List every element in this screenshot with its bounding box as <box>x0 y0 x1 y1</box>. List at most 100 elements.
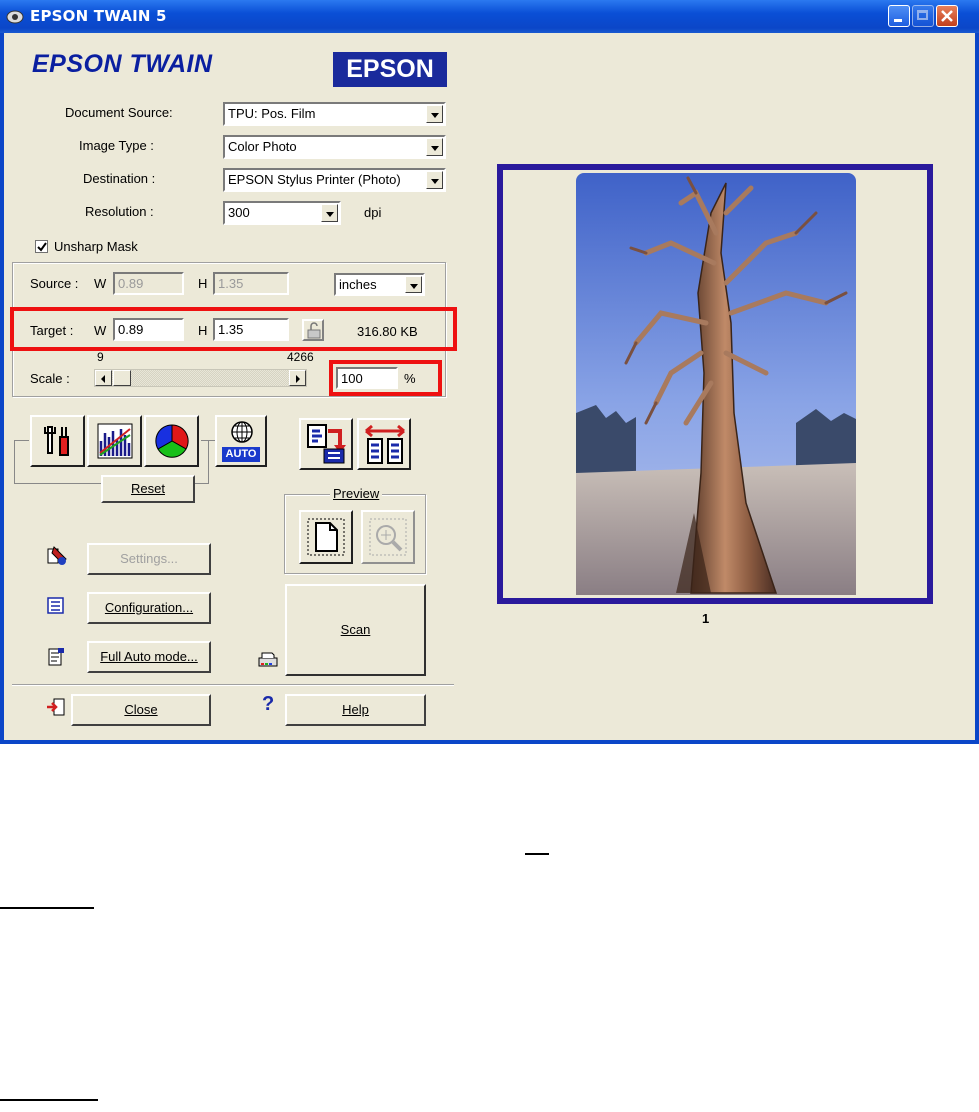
document-underline-mark <box>0 907 94 909</box>
scan-label: Scan <box>340 622 371 637</box>
destination-label: Destination : <box>83 171 156 186</box>
settings-label: Settings... <box>120 551 178 566</box>
document-source-label: Document Source: <box>65 105 173 120</box>
image-controls-button[interactable] <box>30 415 85 467</box>
tools-icon <box>44 426 69 456</box>
preview-group-label: Preview <box>330 486 383 501</box>
target-w-label: W <box>94 323 107 338</box>
preview-frame[interactable] <box>497 164 933 604</box>
histogram-icon <box>97 423 133 459</box>
scale-unit: % <box>404 371 416 386</box>
document-size-icon <box>365 424 405 464</box>
preview-frame-number: 1 <box>702 611 710 626</box>
padlock-icon <box>307 322 321 339</box>
epson-twain-window: EPSON TWAIN 5 EPSON TWAIN EPSON Document… <box>0 0 979 744</box>
scale-slider-thumb[interactable] <box>113 370 131 386</box>
reset-button[interactable]: Reset <box>101 475 195 503</box>
unit-value: inches <box>339 277 377 292</box>
divider <box>12 684 454 686</box>
chevron-down-icon[interactable] <box>405 276 422 293</box>
scan-to-button[interactable] <box>299 418 353 470</box>
close-button[interactable]: Close <box>71 694 211 726</box>
zoom-preview-button <box>361 510 415 564</box>
source-w-label: W <box>94 276 107 291</box>
resolution-label: Resolution : <box>85 204 154 219</box>
scale-label: Scale : <box>30 371 70 386</box>
scale-slider[interactable] <box>94 369 307 387</box>
scale-value-field[interactable]: 100 <box>336 367 398 389</box>
auto-exposure-button[interactable]: AUTO <box>215 415 267 467</box>
epson-brand-logo: EPSON <box>333 52 447 87</box>
full-auto-mode-button[interactable]: Full Auto mode... <box>87 641 211 673</box>
auto-label: AUTO <box>222 447 260 462</box>
minimize-icon <box>894 19 902 22</box>
preview-thumbnail-image <box>576 173 856 595</box>
scale-left-button[interactable] <box>95 370 112 386</box>
settings-button: Settings... <box>87 543 211 575</box>
help-label: Help <box>342 702 369 717</box>
image-type-label: Image Type : <box>79 138 154 153</box>
document-underline-mark <box>0 1099 98 1101</box>
configuration-button[interactable]: Configuration... <box>87 592 211 624</box>
magnifier-icon <box>369 518 407 556</box>
target-width-field[interactable]: 0.89 <box>113 318 184 341</box>
window-border-left <box>0 33 4 744</box>
globe-icon <box>231 421 253 443</box>
document-underline-mark <box>525 853 549 855</box>
unsharp-mask-checkbox[interactable] <box>35 240 48 253</box>
chevron-down-icon[interactable] <box>321 204 338 222</box>
image-type-select[interactable]: Color Photo <box>223 135 446 159</box>
close-window-button[interactable] <box>936 5 958 27</box>
target-h-label: H <box>198 323 208 338</box>
title-bar[interactable]: EPSON TWAIN 5 <box>0 0 979 33</box>
window-border-right <box>975 33 979 744</box>
tone-correction-button[interactable] <box>87 415 142 467</box>
close-label: Close <box>124 702 158 717</box>
maximize-icon <box>917 10 928 20</box>
full-auto-icon <box>48 648 64 666</box>
scan-button[interactable]: Scan <box>285 584 426 676</box>
color-adjustment-button[interactable] <box>144 415 199 467</box>
unsharp-mask-label: Unsharp Mask <box>54 239 138 254</box>
file-size: 316.80 KB <box>357 324 418 339</box>
configuration-icon <box>47 597 64 614</box>
settings-icon <box>47 546 67 565</box>
target-height-field[interactable]: 1.35 <box>213 318 289 341</box>
scan-destination-icon <box>307 424 346 464</box>
printer-icon <box>258 652 278 667</box>
resize-button[interactable] <box>357 418 411 470</box>
source-h-label: H <box>198 276 208 291</box>
scale-max: 4266 <box>287 350 314 364</box>
page-preview-icon <box>307 518 345 556</box>
resolution-select[interactable]: 300 <box>223 201 341 225</box>
document-source-select[interactable]: TPU: Pos. Film <box>223 102 446 126</box>
chevron-down-icon[interactable] <box>426 105 443 123</box>
window-border-bottom <box>0 740 979 744</box>
help-icon: ? <box>262 693 275 715</box>
chevron-down-icon[interactable] <box>426 138 443 156</box>
source-width-field: 0.89 <box>113 272 184 295</box>
unit-select[interactable]: inches <box>334 273 425 296</box>
reset-label: Reset <box>131 481 165 496</box>
full-auto-label: Full Auto mode... <box>100 649 198 664</box>
divider <box>14 440 29 441</box>
chevron-down-icon[interactable] <box>426 171 443 189</box>
destination-value: EPSON Stylus Printer (Photo) <box>228 172 401 187</box>
resolution-unit: dpi <box>364 205 382 220</box>
maximize-button[interactable] <box>912 5 934 27</box>
help-button[interactable]: Help <box>285 694 426 726</box>
destination-select[interactable]: EPSON Stylus Printer (Photo) <box>223 168 446 192</box>
epson-twain-logo: EPSON TWAIN <box>32 50 213 78</box>
scale-min: 9 <box>97 350 104 364</box>
arrow-right-icon <box>296 375 300 383</box>
lock-button[interactable] <box>302 319 324 341</box>
window-title: EPSON TWAIN 5 <box>30 7 167 25</box>
exit-icon <box>47 698 65 716</box>
scale-right-button[interactable] <box>289 370 306 386</box>
minimize-button[interactable] <box>888 5 910 27</box>
arrow-left-icon <box>101 375 105 383</box>
full-preview-button[interactable] <box>299 510 353 564</box>
divider <box>201 440 215 441</box>
resolution-value: 300 <box>228 205 250 220</box>
image-type-value: Color Photo <box>228 139 297 154</box>
